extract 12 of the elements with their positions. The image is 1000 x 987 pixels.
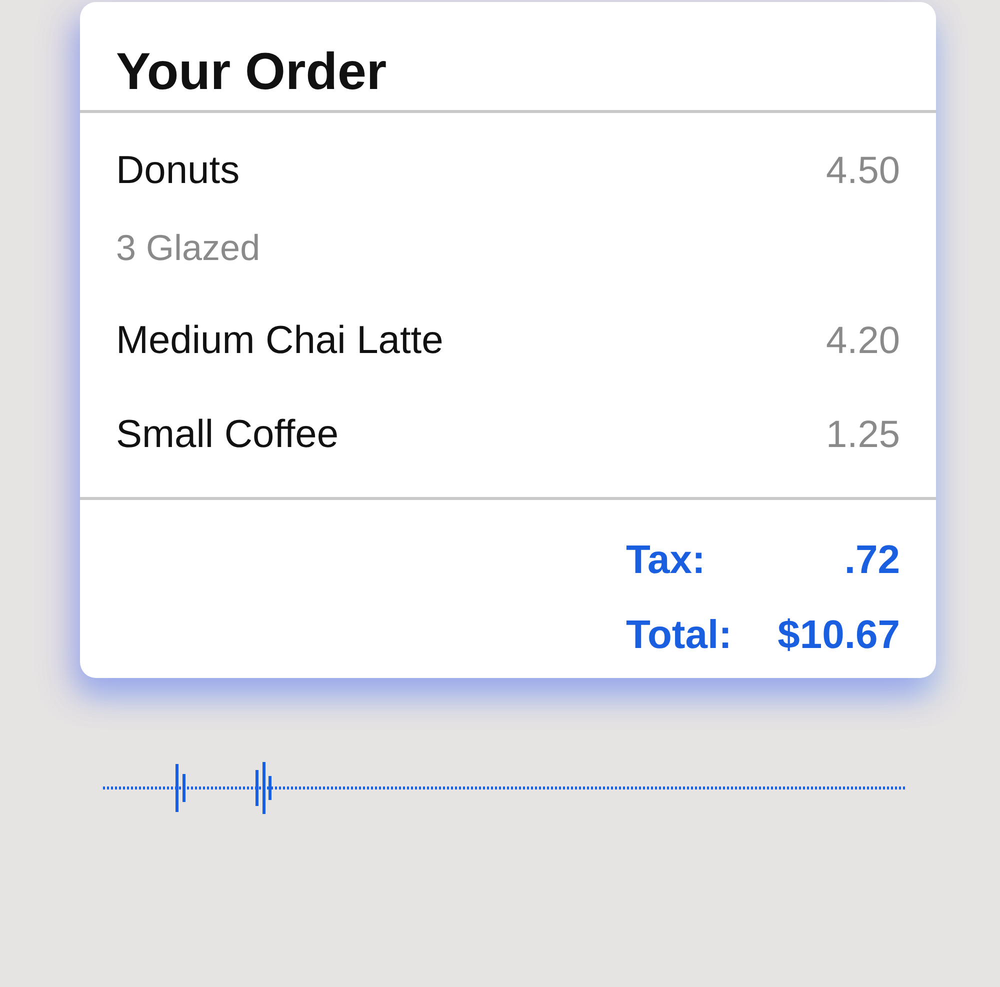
item-price: 1.25: [826, 414, 900, 457]
order-title: Your Order: [116, 46, 388, 98]
total-label: Tax:: [626, 538, 706, 583]
item-name: Donuts: [116, 149, 240, 193]
total-value: $10.67: [778, 613, 900, 658]
total-label: Total:: [626, 613, 732, 658]
total-value: .72: [844, 538, 900, 583]
item-name: Small Coffee: [116, 413, 339, 457]
item-price: 4.50: [826, 150, 900, 193]
item-detail: 3 Glazed: [116, 227, 262, 269]
item-name: Medium Chai Latte: [116, 319, 444, 363]
item-price: 4.20: [826, 320, 900, 363]
